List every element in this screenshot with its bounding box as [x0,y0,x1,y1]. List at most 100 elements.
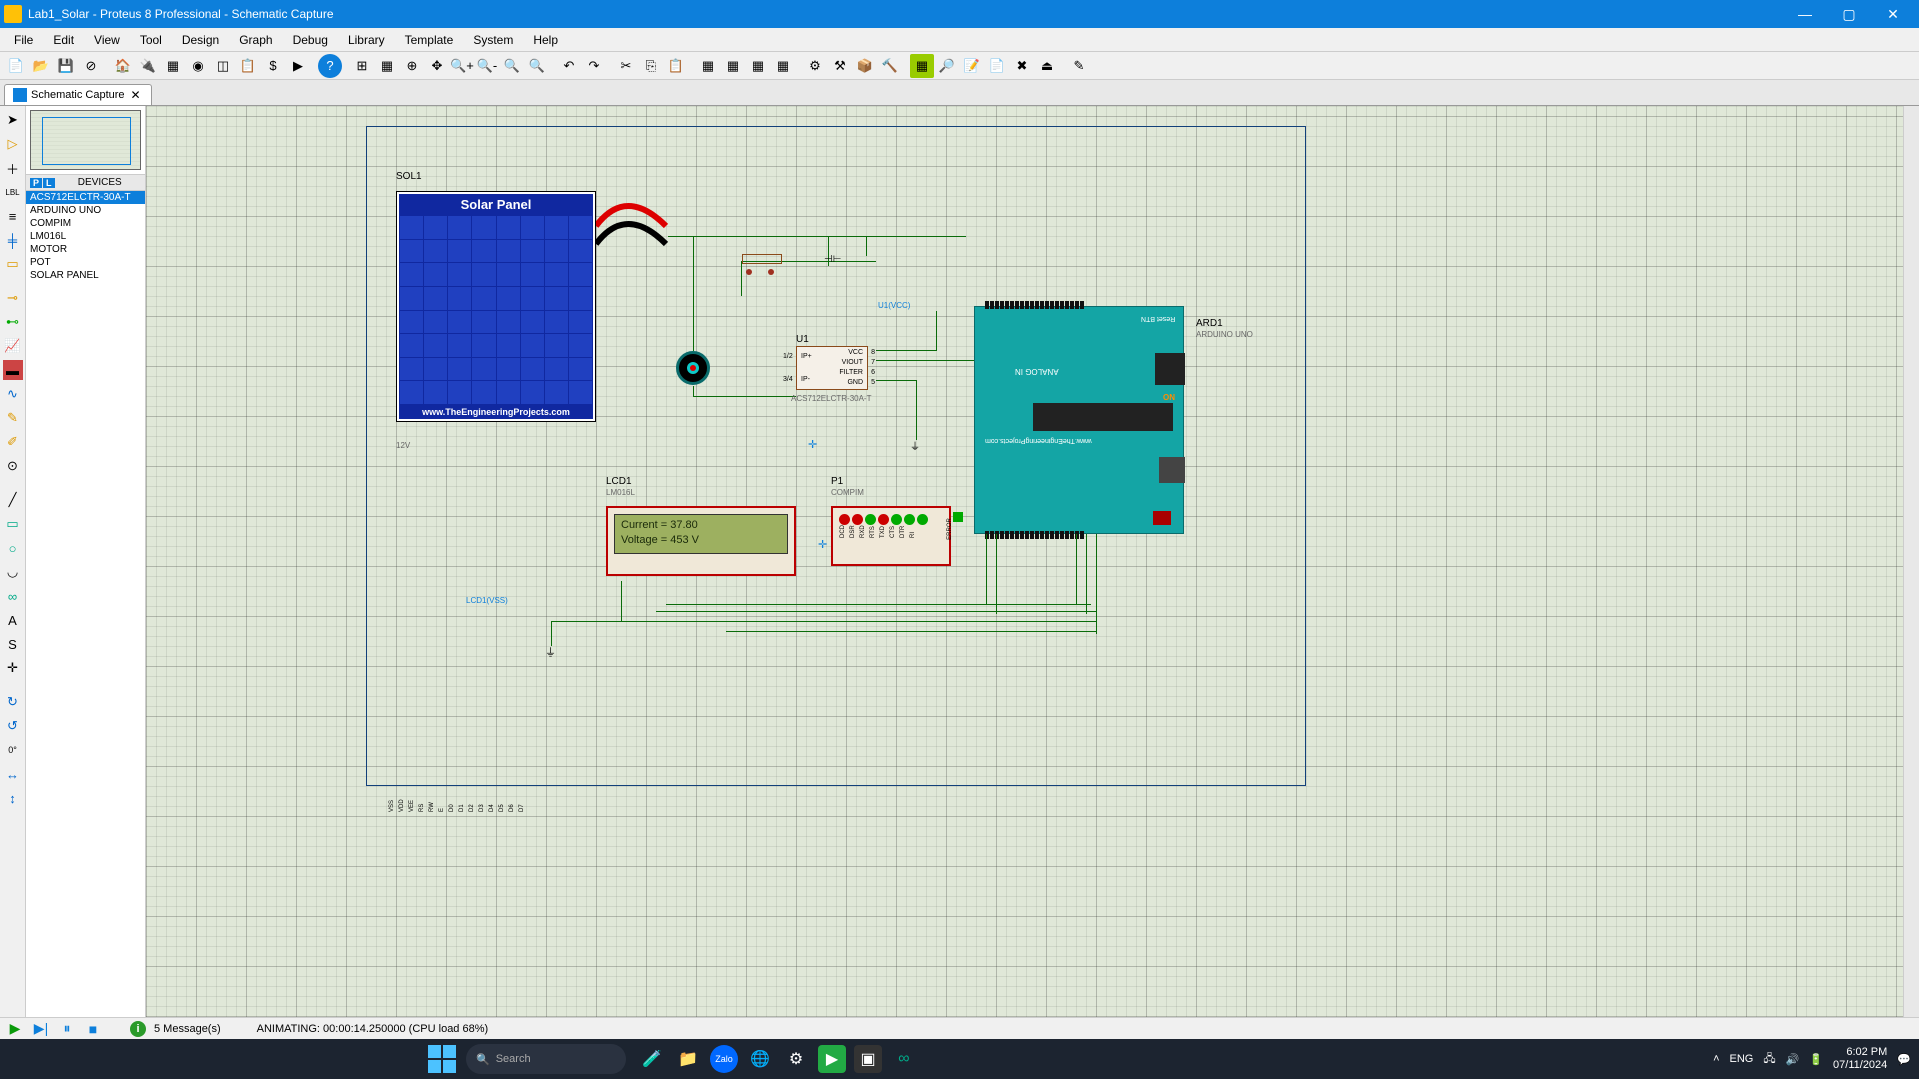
device-item[interactable]: COMPIM [26,217,145,230]
arduino-component[interactable]: ANALOG IN www.TheEngineeringProjects.com… [974,306,1184,534]
switch-node[interactable] [746,269,752,275]
mirror-h-icon[interactable]: ↔ [3,764,23,784]
taskbar-app2-icon[interactable]: ⚙ [782,1045,810,1073]
zoom-area-icon[interactable]: 🔍 [525,54,549,78]
zoom-fit-icon[interactable]: 🔍 [500,54,524,78]
lcd-component[interactable]: Current = 37.80 Voltage = 453 V [606,506,796,576]
save-icon[interactable]: 💾 [54,54,78,78]
taskbar-clock[interactable]: 6:02 PM 07/11/2024 [1833,1046,1887,1072]
probe-i-icon[interactable]: ✐ [3,432,23,452]
zoom-out-icon[interactable]: 🔍- [475,54,499,78]
taskbar-search[interactable]: 🔍 Search [466,1044,626,1074]
code-icon[interactable]: $ [261,54,285,78]
schematic-canvas[interactable]: SOL1 Solar Panel www.TheEngineeringProje… [146,106,1903,1017]
text-icon[interactable]: A [3,610,23,630]
vertical-scrollbar[interactable] [1903,106,1919,1017]
taskbar-zalo-icon[interactable]: Zalo [710,1045,738,1073]
system-tray[interactable]: ˄ ENG 🖧 🔊 🔋 6:02 PM 07/11/2024 💬 [1713,1046,1911,1072]
menu-file[interactable]: File [4,31,43,49]
line-icon[interactable]: ╱ [3,490,23,510]
device-item[interactable]: ACS712ELCTR-30A-T [26,191,145,204]
vsm-icon[interactable]: ▶ [286,54,310,78]
home-icon[interactable]: 🏠 [111,54,135,78]
wire-label-icon[interactable]: LBL [3,182,23,202]
pick-l-icon[interactable]: L [43,178,55,188]
paste-icon[interactable]: 📋 [664,54,688,78]
origin-icon[interactable]: ⊕ [400,54,424,78]
tray-notification-icon[interactable]: 💬 [1897,1053,1911,1066]
taskbar-explorer-icon[interactable]: 📁 [674,1045,702,1073]
tray-chevron-icon[interactable]: ˄ [1713,1053,1719,1065]
overview-thumbnail[interactable] [30,110,141,170]
taskbar-terminal-icon[interactable]: ▣ [854,1045,882,1073]
cut-icon[interactable]: ✂ [614,54,638,78]
rotation-angle[interactable]: 0° [3,740,23,760]
maximize-button[interactable]: ▢ [1827,0,1871,28]
pick-p-icon[interactable]: P [30,178,42,188]
taskbar-app-icon[interactable]: 🧪 [638,1045,666,1073]
block-rotate-icon[interactable]: ▦ [746,54,770,78]
menu-debug[interactable]: Debug [283,31,338,49]
drc-icon[interactable]: ✎ [1067,54,1091,78]
tray-network-icon[interactable]: 🖧 [1763,1050,1775,1069]
rotate-cw-icon[interactable]: ↻ [3,692,23,712]
tray-volume-icon[interactable]: 🔊 [1786,1053,1800,1066]
device-item[interactable]: LM016L [26,230,145,243]
device-item[interactable]: POT [26,256,145,269]
menu-view[interactable]: View [84,31,130,49]
text-script-icon[interactable]: ≡ [3,206,23,226]
snap-icon[interactable]: ▦ [375,54,399,78]
copy-icon[interactable]: ⎘ [639,54,663,78]
wire-autoroute-icon[interactable]: ▦ [910,54,934,78]
probe-v-icon[interactable]: ✎ [3,408,23,428]
menu-design[interactable]: Design [172,31,229,49]
instrument-icon[interactable]: ⊙ [3,456,23,476]
bom-icon[interactable]: 📋 [236,54,260,78]
acs712-component[interactable]: IP+ IP- VCC VIOUT FILTER GND 1/2 3/4 8 7… [796,346,868,390]
pick-icon[interactable]: ⚙ [803,54,827,78]
block-copy-icon[interactable]: ▦ [696,54,720,78]
tray-battery-icon[interactable]: 🔋 [1809,1053,1823,1066]
taskbar-app3-icon[interactable]: ▶ [818,1045,846,1073]
switch-node[interactable] [768,269,774,275]
device-item[interactable]: SOLAR PANEL [26,269,145,282]
search-icon[interactable]: 🔎 [935,54,959,78]
minimize-button[interactable]: — [1783,0,1827,28]
start-button[interactable] [428,1045,456,1073]
subcircuit-icon[interactable]: ▭ [3,254,23,274]
device-item[interactable]: ARDUINO UNO [26,204,145,217]
bus-icon[interactable]: ╪ [3,230,23,250]
schematic-icon[interactable]: 🔌 [136,54,160,78]
arc-icon[interactable]: ◡ [3,562,23,582]
zoom-in-icon[interactable]: 🔍+ [450,54,474,78]
device-item[interactable]: MOTOR [26,243,145,256]
grid-toggle-icon[interactable]: ⊞ [350,54,374,78]
exit-icon[interactable]: ⏏ [1035,54,1059,78]
messages-count[interactable]: 5 Message(s) [154,1023,221,1035]
symbol-icon[interactable]: S [3,634,23,654]
graph-icon[interactable]: 📈 [3,336,23,356]
path-icon[interactable]: ∞ [3,586,23,606]
pan-icon[interactable]: ✥ [425,54,449,78]
gerber-icon[interactable]: ◫ [211,54,235,78]
tape-icon[interactable]: ▬ [3,360,23,380]
arduino-reset[interactable] [1153,511,1171,525]
undo-icon[interactable]: ↶ [557,54,581,78]
box-icon[interactable]: ▭ [3,514,23,534]
menu-tool[interactable]: Tool [130,31,172,49]
new-sheet-icon[interactable]: 📄 [985,54,1009,78]
generator-icon[interactable]: ∿ [3,384,23,404]
mirror-v-icon[interactable]: ↕ [3,788,23,808]
solar-panel-component[interactable]: Solar Panel www.TheEngineeringProjects.c… [396,191,596,436]
switch-component[interactable] [742,254,782,264]
device-pin-icon[interactable]: ⊷ [3,312,23,332]
close-project-icon[interactable]: ⊘ [79,54,103,78]
3d-icon[interactable]: ◉ [186,54,210,78]
taskbar-chrome-icon[interactable]: 🌐 [746,1045,774,1073]
component-mode-icon[interactable]: ▷ [3,134,23,154]
redo-icon[interactable]: ↷ [582,54,606,78]
new-icon[interactable]: 📄 [4,54,28,78]
info-icon[interactable]: i [130,1021,146,1037]
menu-system[interactable]: System [463,31,523,49]
make-device-icon[interactable]: ⚒ [828,54,852,78]
